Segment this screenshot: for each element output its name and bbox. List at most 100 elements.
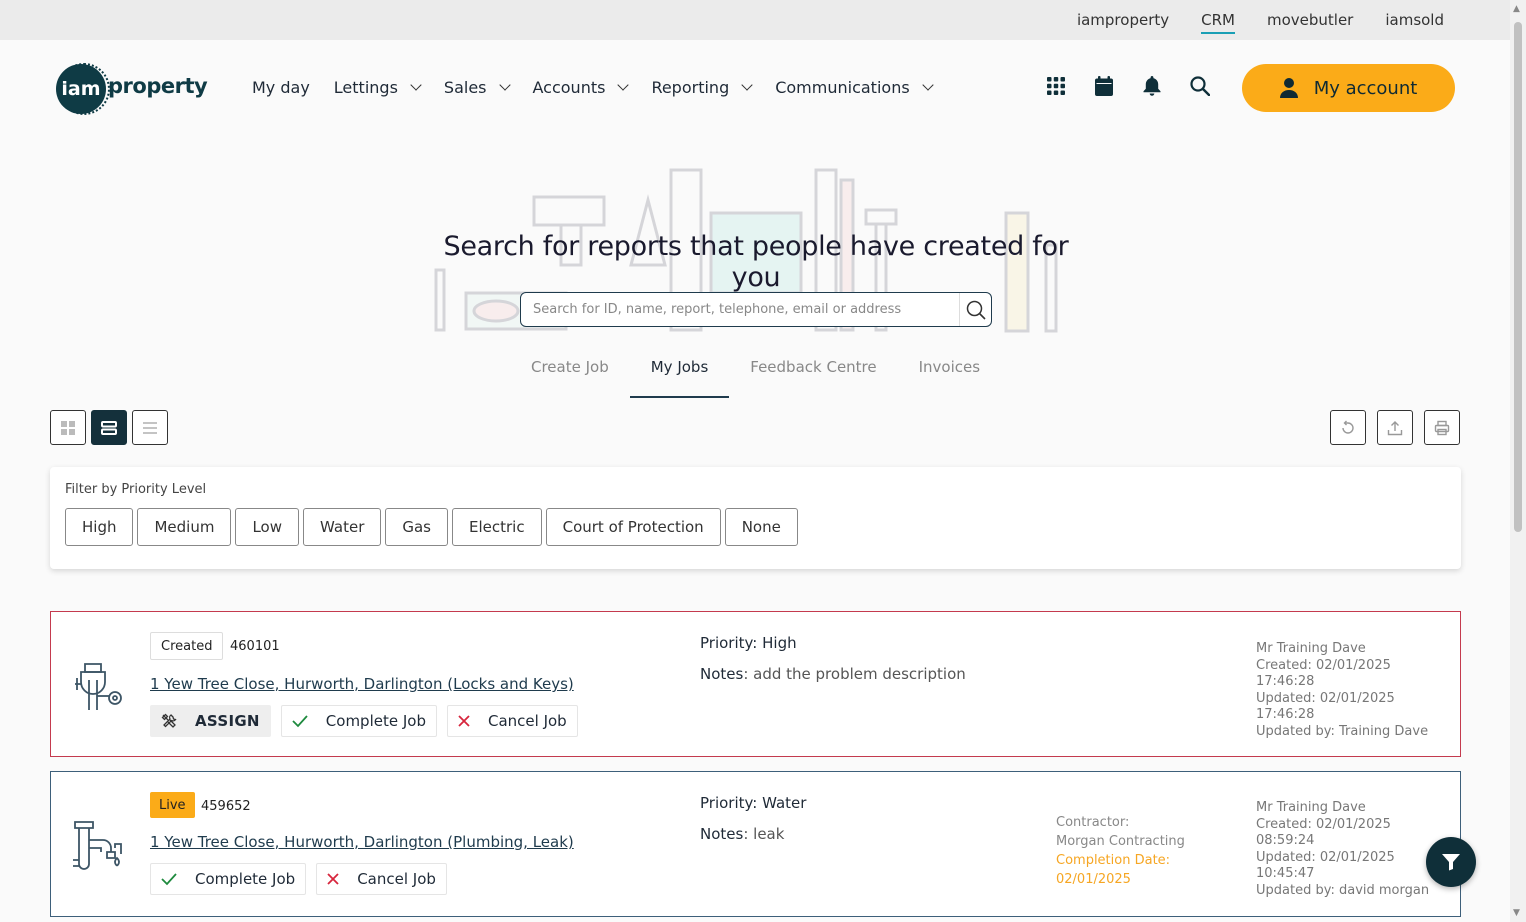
status-badge: Live — [150, 792, 195, 818]
status-badge: Created — [150, 632, 224, 660]
job-notes: Notes: add the problem description — [700, 665, 966, 683]
priority-filter-panel: Filter by Priority Level High Medium Low… — [50, 467, 1461, 569]
my-account-label: My account — [1313, 77, 1418, 99]
filter-chip-high[interactable]: High — [65, 508, 134, 546]
nav-accounts[interactable]: Accounts — [533, 78, 630, 97]
print-button[interactable] — [1424, 410, 1460, 445]
job-updated-by: Updated by: david morgan — [1256, 882, 1430, 898]
topbar-link-iamsold[interactable]: iamsold — [1385, 11, 1444, 29]
filter-chip-gas[interactable]: Gas — [385, 508, 448, 546]
cancel-job-label: Cancel Job — [357, 870, 436, 888]
floating-filter-button[interactable] — [1426, 837, 1476, 887]
filter-chip-none[interactable]: None — [724, 508, 798, 546]
tab-feedback-centre[interactable]: Feedback Centre — [729, 350, 897, 398]
notes-label: Notes — [700, 665, 744, 683]
nav-my-day[interactable]: My day — [252, 78, 310, 97]
grid-view-button[interactable] — [50, 410, 86, 445]
nav-sales[interactable]: Sales — [443, 78, 511, 97]
chevron-down-icon — [498, 79, 511, 91]
tab-my-jobs[interactable]: My Jobs — [629, 350, 730, 398]
job-card: Live 459652 1 Yew Tree Close, Hurworth, … — [50, 771, 1461, 917]
chevron-down-icon — [922, 79, 934, 91]
card-view-icon — [101, 420, 117, 435]
check-icon — [161, 873, 177, 886]
scroll-up-arrow-icon[interactable]: ▲ — [1513, 4, 1520, 14]
scroll-down-arrow-icon[interactable]: ▼ — [1513, 908, 1520, 918]
filter-chip-medium[interactable]: Medium — [137, 508, 232, 546]
list-view-icon — [143, 421, 157, 434]
list-view-button[interactable] — [132, 410, 168, 445]
filter-chip-water[interactable]: Water — [303, 508, 382, 546]
nav-label: Sales — [443, 78, 487, 97]
export-button[interactable] — [1377, 410, 1413, 445]
tab-invoices[interactable]: Invoices — [898, 350, 1001, 398]
job-actions: Complete Job Cancel Job — [150, 863, 447, 895]
cancel-job-button[interactable]: Cancel Job — [316, 863, 447, 895]
job-card: Created 460101 1 Yew Tree Close, Hurwort… — [50, 611, 1461, 757]
nav-label: Communications — [775, 78, 910, 97]
logo-word: property — [108, 74, 208, 98]
card-view-button[interactable] — [91, 410, 127, 445]
top-utility-bar: iamproperty CRM movebutler iamsold — [0, 0, 1510, 40]
refresh-button[interactable] — [1330, 410, 1366, 445]
contractor-label: Contractor: — [1056, 815, 1130, 830]
grid-icon[interactable] — [1046, 76, 1066, 96]
job-meta: Mr Training Dave Created: 02/01/2025 08:… — [1256, 800, 1446, 899]
calendar-icon[interactable] — [1094, 76, 1114, 96]
notes-text: : add the problem description — [743, 665, 966, 683]
bell-icon[interactable] — [1142, 76, 1162, 96]
iamproperty-logo[interactable]: iam property — [56, 63, 208, 115]
completion-date-label: Completion Date: — [1056, 853, 1171, 868]
chevron-down-icon — [741, 79, 753, 91]
job-updated: Updated: 02/01/2025 10:45:47 — [1256, 849, 1395, 882]
upload-icon — [1387, 420, 1403, 435]
cancel-job-button[interactable]: Cancel Job — [446, 705, 578, 737]
assign-button[interactable]: ASSIGN — [150, 705, 271, 737]
job-actions: ASSIGN Complete Job Cancel Job — [150, 705, 578, 737]
search-submit-button[interactable] — [959, 293, 991, 326]
page-scrollbar[interactable]: ▲ ▼ — [1510, 0, 1526, 922]
job-notes: Notes: leak — [700, 825, 784, 843]
nav-label: Reporting — [651, 78, 730, 97]
complete-job-label: Complete Job — [325, 712, 426, 730]
nav-reporting[interactable]: Reporting — [651, 78, 753, 97]
priority-chips: High Medium Low Water Gas Electric Court… — [65, 508, 798, 546]
notes-label: Notes — [700, 825, 744, 843]
hero-title: Search for reports that people have crea… — [443, 231, 1069, 293]
locks-and-keys-icon — [75, 663, 122, 710]
notes-text: : leak — [743, 825, 785, 843]
job-priority: Priority: Water — [700, 794, 807, 812]
scrollbar-thumb[interactable] — [1514, 22, 1522, 532]
job-created: Created: 02/01/2025 17:46:28 — [1256, 657, 1391, 690]
nav-lettings[interactable]: Lettings — [334, 78, 422, 97]
complete-job-button[interactable]: Complete Job — [150, 863, 307, 895]
job-owner: Mr Training Dave — [1256, 641, 1366, 656]
topbar-link-crm[interactable]: CRM — [1201, 11, 1235, 34]
report-search-input[interactable] — [521, 293, 959, 326]
report-search — [520, 292, 992, 327]
refresh-icon — [1342, 420, 1354, 434]
my-account-button[interactable]: My account — [1242, 64, 1455, 112]
tab-create-job[interactable]: Create Job — [510, 350, 630, 398]
print-icon — [1434, 420, 1450, 435]
filter-chip-electric[interactable]: Electric — [452, 508, 542, 546]
complete-job-button[interactable]: Complete Job — [280, 705, 437, 737]
filter-chip-low[interactable]: Low — [235, 508, 300, 546]
user-icon — [1279, 78, 1298, 98]
job-priority: Priority: High — [700, 634, 797, 652]
header-icons — [1046, 76, 1210, 96]
job-address-link[interactable]: 1 Yew Tree Close, Hurworth, Darlington (… — [150, 675, 574, 693]
complete-job-label: Complete Job — [195, 870, 296, 888]
job-owner: Mr Training Dave — [1256, 800, 1366, 815]
job-address-link[interactable]: 1 Yew Tree Close, Hurworth, Darlington (… — [150, 833, 574, 851]
topbar-link-movebutler[interactable]: movebutler — [1267, 11, 1353, 29]
nav-communications[interactable]: Communications — [775, 78, 934, 97]
grid-view-icon — [61, 420, 75, 435]
filter-chip-court-of-protection[interactable]: Court of Protection — [545, 508, 721, 546]
nav-label: My day — [252, 78, 310, 97]
search-icon[interactable] — [1190, 76, 1210, 96]
completion-date: 02/01/2025 — [1056, 872, 1131, 887]
cancel-job-label: Cancel Job — [487, 712, 567, 730]
close-icon — [458, 715, 470, 727]
topbar-link-iamproperty[interactable]: iamproperty — [1077, 11, 1169, 29]
